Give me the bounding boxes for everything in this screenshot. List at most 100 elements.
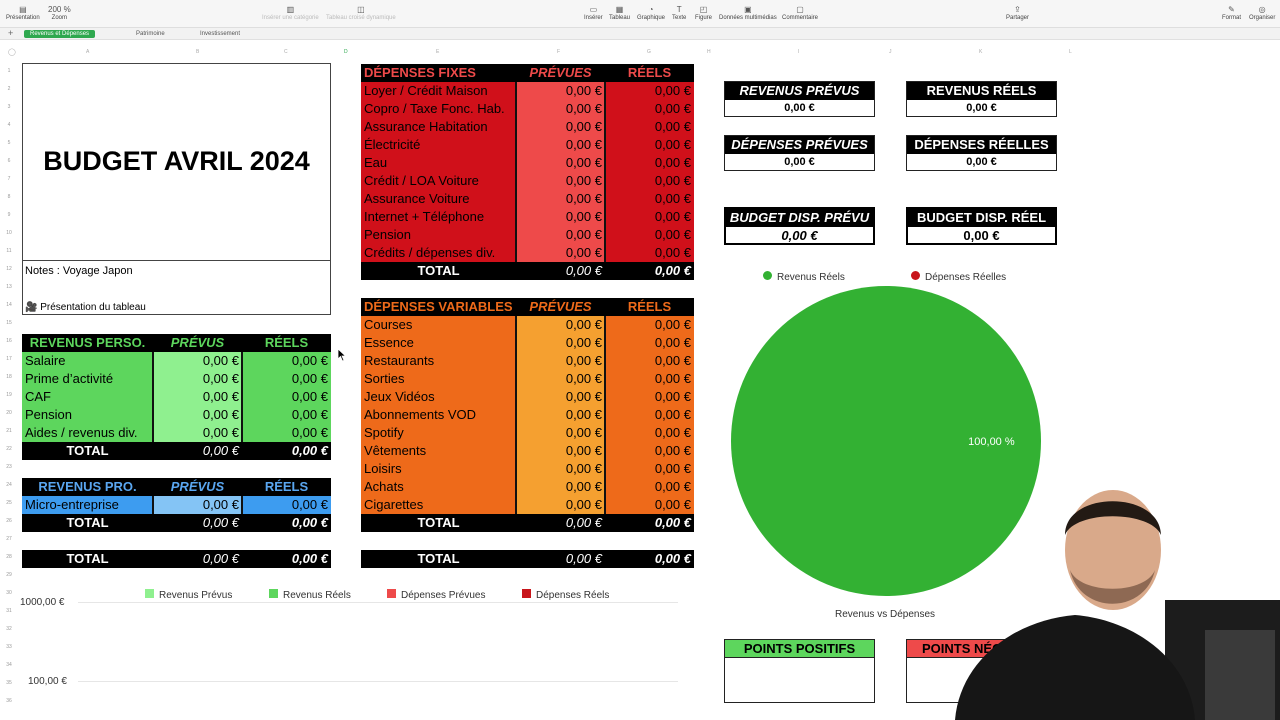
actual-value[interactable]: 0,00 € — [605, 226, 694, 244]
planned-value[interactable]: 0,00 € — [516, 316, 605, 334]
summary-value[interactable]: 0,00 € — [726, 227, 873, 245]
text-button[interactable]: T Texte — [672, 5, 686, 21]
actual-value[interactable]: 0,00 € — [242, 388, 331, 406]
tab-patrimoine[interactable]: Patrimoine — [130, 30, 171, 38]
actual-value[interactable]: 0,00 € — [242, 496, 331, 514]
row-number[interactable]: 3 — [0, 104, 18, 110]
select-all-icon[interactable]: ◯ — [8, 48, 16, 56]
row-label[interactable]: Assurance Voiture — [361, 190, 516, 208]
column-header[interactable]: C — [284, 49, 288, 55]
row-label[interactable]: CAF — [22, 388, 153, 406]
planned-value[interactable]: 0,00 € — [516, 388, 605, 406]
format-button[interactable]: ✎ Format — [1222, 5, 1241, 21]
row-label[interactable]: Eau — [361, 154, 516, 172]
table-button[interactable]: ▦ Tableau — [609, 5, 630, 21]
planned-value[interactable]: 0,00 € — [516, 334, 605, 352]
actual-value[interactable]: 0,00 € — [605, 370, 694, 388]
row-number[interactable]: 26 — [0, 518, 18, 524]
row-label[interactable]: Restaurants — [361, 352, 516, 370]
column-header[interactable]: L — [1069, 49, 1072, 55]
row-number[interactable]: 7 — [0, 176, 18, 182]
planned-value[interactable]: 0,00 € — [516, 370, 605, 388]
row-label[interactable]: Jeux Vidéos — [361, 388, 516, 406]
actual-value[interactable]: 0,00 € — [242, 370, 331, 388]
organize-button[interactable]: ◎ Organiser — [1249, 5, 1275, 21]
row-label[interactable]: Copro / Taxe Fonc. Hab. — [361, 100, 516, 118]
row-number[interactable]: 31 — [0, 608, 18, 614]
row-number[interactable]: 30 — [0, 590, 18, 596]
planned-value[interactable]: 0,00 € — [153, 496, 242, 514]
actual-value[interactable]: 0,00 € — [242, 424, 331, 442]
row-label[interactable]: Pension — [361, 226, 516, 244]
actual-value[interactable]: 0,00 € — [242, 352, 331, 370]
planned-value[interactable]: 0,00 € — [516, 442, 605, 460]
planned-value[interactable]: 0,00 € — [516, 172, 605, 190]
summary-value[interactable]: 0,00 € — [725, 154, 874, 170]
planned-value[interactable]: 0,00 € — [153, 388, 242, 406]
comment-button[interactable]: ▢ Commentaire — [782, 5, 818, 21]
row-label[interactable]: Micro-entreprise — [22, 496, 153, 514]
row-number[interactable]: 15 — [0, 320, 18, 326]
actual-value[interactable]: 0,00 € — [605, 406, 694, 424]
column-header[interactable]: K — [979, 49, 982, 55]
row-label[interactable]: Électricité — [361, 136, 516, 154]
tab-revenus-depenses[interactable]: Revenus et Dépenses — [24, 30, 96, 38]
planned-value[interactable]: 0,00 € — [516, 460, 605, 478]
row-number[interactable]: 24 — [0, 482, 18, 488]
row-number[interactable]: 23 — [0, 464, 18, 470]
column-header[interactable]: B — [196, 49, 199, 55]
actual-value[interactable]: 0,00 € — [605, 334, 694, 352]
row-number[interactable]: 22 — [0, 446, 18, 452]
row-number[interactable]: 36 — [0, 698, 18, 704]
row-number[interactable]: 9 — [0, 212, 18, 218]
planned-value[interactable]: 0,00 € — [516, 208, 605, 226]
column-header[interactable]: H — [707, 49, 711, 55]
row-number[interactable]: 8 — [0, 194, 18, 200]
points-positifs-box[interactable]: POINTS POSITIFS — [724, 639, 875, 703]
column-header[interactable]: G — [647, 49, 651, 55]
planned-value[interactable]: 0,00 € — [516, 478, 605, 496]
actual-value[interactable]: 0,00 € — [605, 118, 694, 136]
chart-button[interactable]: ◔ Graphique — [637, 5, 665, 21]
row-label[interactable]: Internet + Téléphone — [361, 208, 516, 226]
row-label[interactable]: Courses — [361, 316, 516, 334]
insert-button[interactable]: ▭ Insérer — [584, 5, 603, 21]
actual-value[interactable]: 0,00 € — [605, 352, 694, 370]
row-number[interactable]: 28 — [0, 554, 18, 560]
row-label[interactable]: Abonnements VOD — [361, 406, 516, 424]
row-number[interactable]: 19 — [0, 392, 18, 398]
row-number[interactable]: 13 — [0, 284, 18, 290]
planned-value[interactable]: 0,00 € — [516, 352, 605, 370]
actual-value[interactable]: 0,00 € — [605, 172, 694, 190]
row-label[interactable]: Pension — [22, 406, 153, 424]
summary-value[interactable]: 0,00 € — [725, 100, 874, 116]
row-number[interactable]: 4 — [0, 122, 18, 128]
tab-investissement[interactable]: Investissement — [194, 30, 246, 38]
row-number[interactable]: 11 — [0, 248, 18, 254]
row-number[interactable]: 33 — [0, 644, 18, 650]
row-number[interactable]: 5 — [0, 140, 18, 146]
row-number[interactable]: 14 — [0, 302, 18, 308]
row-label[interactable]: Loisirs — [361, 460, 516, 478]
actual-value[interactable]: 0,00 € — [605, 316, 694, 334]
planned-value[interactable]: 0,00 € — [516, 100, 605, 118]
actual-value[interactable]: 0,00 € — [242, 406, 331, 424]
insert-category-button[interactable]: ▥ Insérer une catégorie — [262, 5, 319, 21]
row-number[interactable]: 25 — [0, 500, 18, 506]
column-header[interactable]: E — [436, 49, 439, 55]
row-label[interactable]: Crédit / LOA Voiture — [361, 172, 516, 190]
planned-value[interactable]: 0,00 € — [516, 496, 605, 514]
row-number[interactable]: 20 — [0, 410, 18, 416]
row-number[interactable]: 1 — [0, 68, 18, 74]
planned-value[interactable]: 0,00 € — [153, 406, 242, 424]
planned-value[interactable]: 0,00 € — [516, 154, 605, 172]
summary-value[interactable]: 0,00 € — [908, 227, 1055, 245]
actual-value[interactable]: 0,00 € — [605, 244, 694, 262]
actual-value[interactable]: 0,00 € — [605, 154, 694, 172]
planned-value[interactable]: 0,00 € — [516, 226, 605, 244]
add-sheet-icon[interactable]: + — [8, 28, 13, 38]
row-label[interactable]: Essence — [361, 334, 516, 352]
row-number[interactable]: 21 — [0, 428, 18, 434]
share-button[interactable]: ⇪ Partager — [1006, 5, 1029, 21]
presentation-button[interactable]: ▤ Présentation — [6, 5, 40, 21]
